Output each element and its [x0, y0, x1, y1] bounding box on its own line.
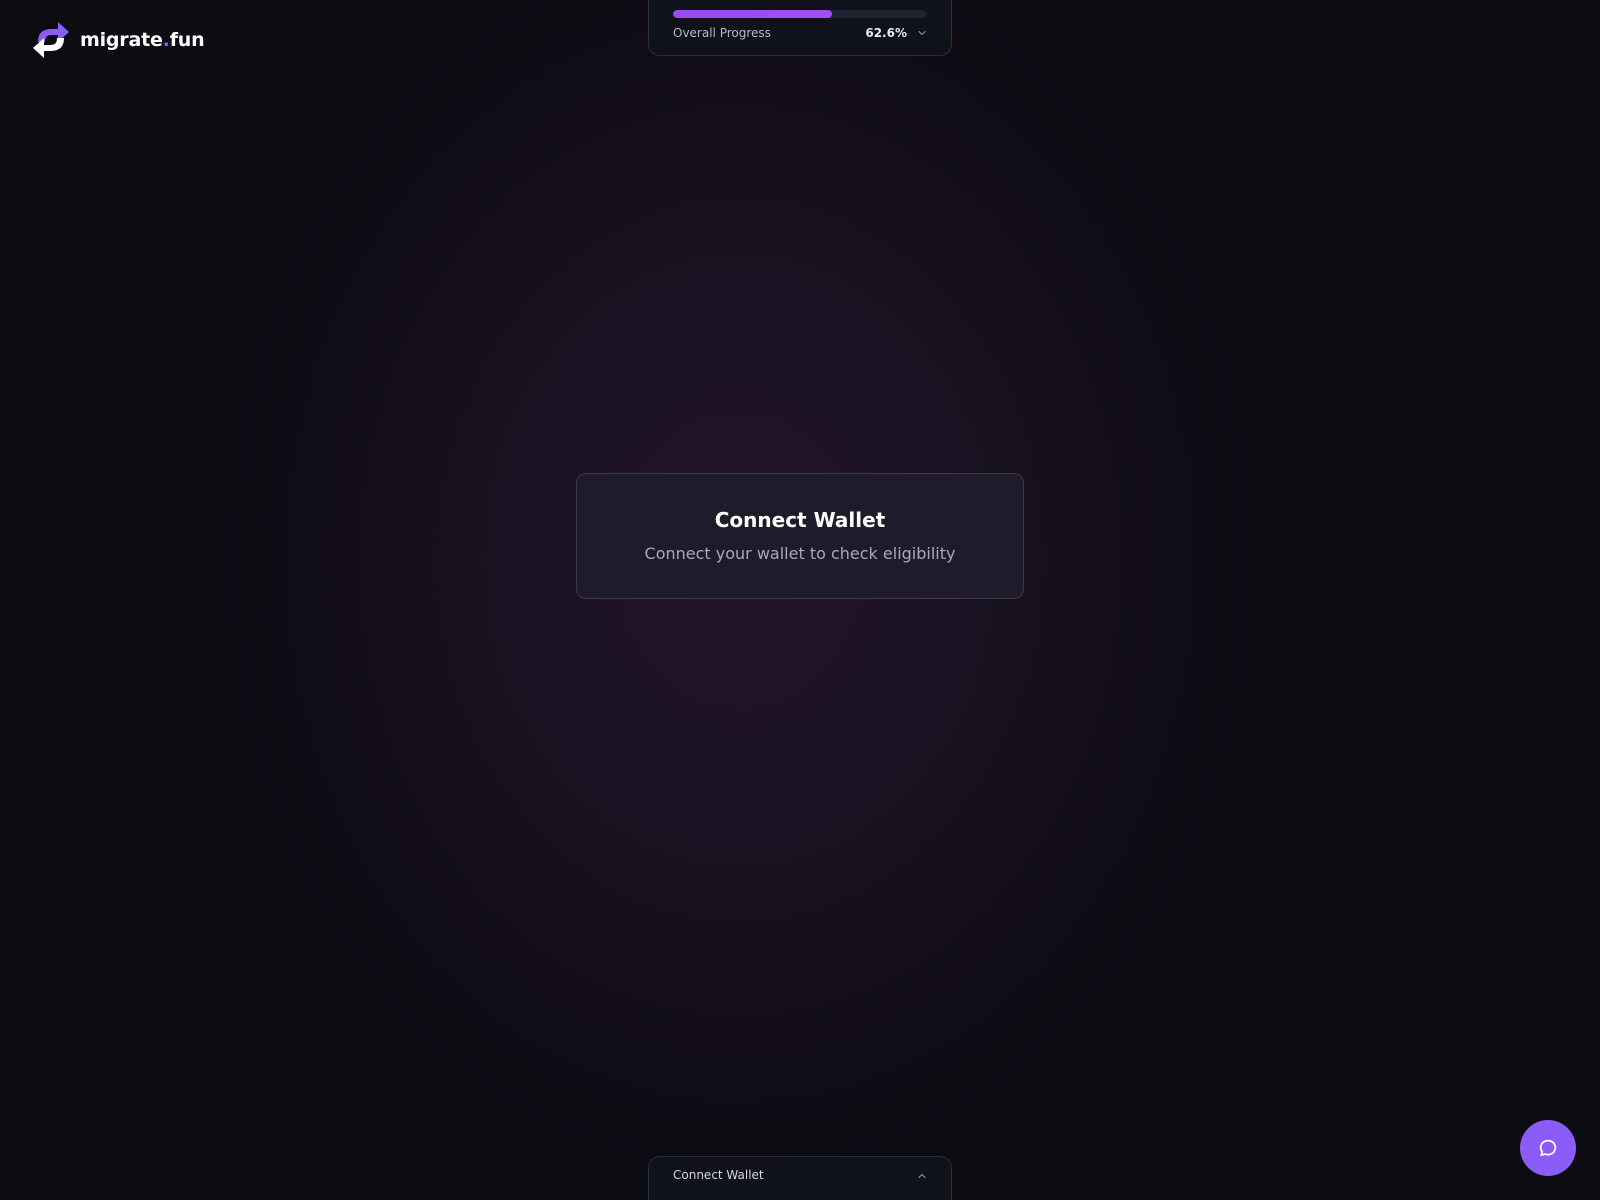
brand-name-tld: fun — [169, 29, 205, 51]
progress-fill — [673, 10, 832, 18]
chevron-down-icon[interactable] — [917, 28, 927, 38]
progress-value: 62.6% — [865, 26, 907, 40]
connect-wallet-card: Connect Wallet Connect your wallet to ch… — [576, 473, 1024, 599]
brand-name: migrate.fun — [80, 29, 205, 51]
card-title: Connect Wallet — [714, 508, 886, 532]
progress-right: 62.6% — [865, 26, 927, 40]
chat-button[interactable] — [1520, 1120, 1576, 1176]
brand-name-main: migrate — [80, 29, 163, 51]
connect-wallet-drawer[interactable]: Connect Wallet — [648, 1156, 952, 1200]
progress-label: Overall Progress — [673, 26, 771, 40]
chat-bubble-icon — [1539, 1139, 1557, 1157]
progress-track — [673, 10, 927, 18]
progress-row: Overall Progress 62.6% — [673, 26, 927, 40]
migrate-arrows-icon — [33, 22, 69, 58]
card-subtitle: Connect your wallet to check eligibility — [644, 544, 956, 563]
brand-name-dot: . — [162, 29, 170, 51]
brand-logo[interactable]: migrate.fun — [32, 18, 205, 62]
connect-wallet-label[interactable]: Connect Wallet — [673, 1168, 764, 1182]
chevron-up-icon[interactable] — [917, 1171, 927, 1181]
overall-progress-panel[interactable]: Overall Progress 62.6% — [648, 0, 952, 56]
